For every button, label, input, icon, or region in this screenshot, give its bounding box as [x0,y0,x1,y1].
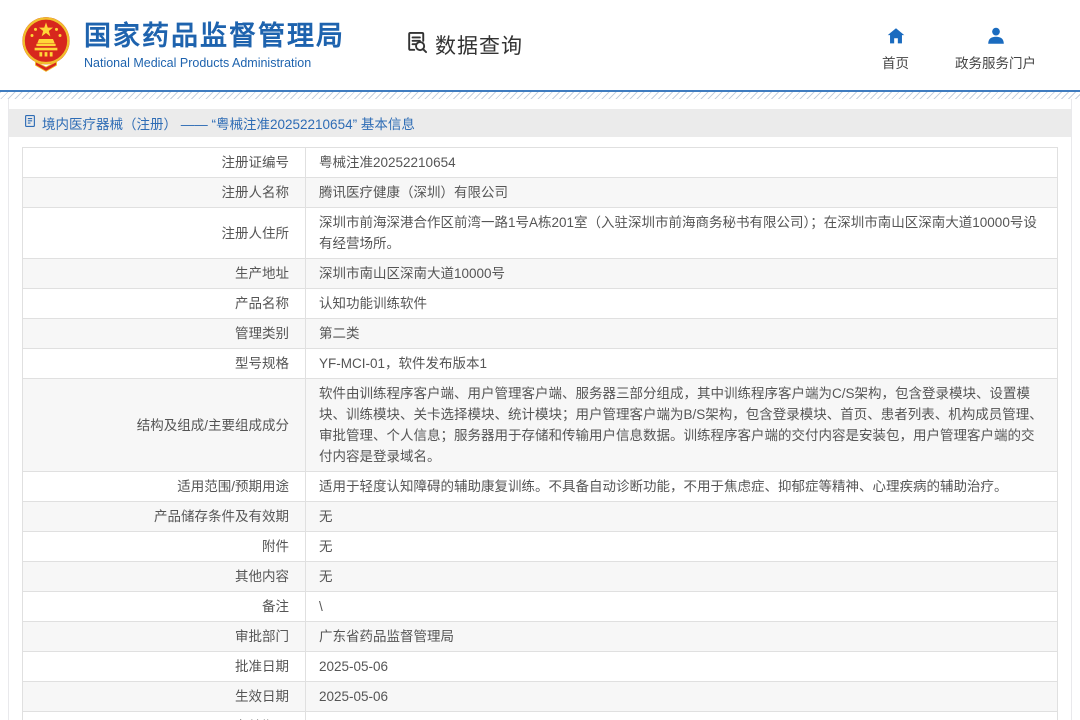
table-row: 管理类别 第二类 [23,319,1058,349]
agency-title-block: 国家药品监督管理局 National Medical Products Admi… [84,20,345,70]
breadcrumb: 境内医疗器械（注册） —— “粤械注准20252210654” 基本信息 [9,109,1071,137]
row-label: 生效日期 [23,682,306,712]
row-value: 2025-05-06 [306,682,1058,712]
table-row: 注册人名称 腾讯医疗健康（深圳）有限公司 [23,178,1058,208]
table-row: 批准日期 2025-05-06 [23,652,1058,682]
row-value: 软件由训练程序客户端、用户管理客户端、服务器三部分组成，其中训练程序客户端为C/… [306,379,1058,472]
site-header: 国家药品监督管理局 National Medical Products Admi… [0,0,1080,90]
row-value: 深圳市南山区深南大道10000号 [306,259,1058,289]
table-row: 生效日期 2025-05-06 [23,682,1058,712]
row-value: 广东省药品监督管理局 [306,622,1058,652]
row-label: 批准日期 [23,652,306,682]
data-query-module[interactable]: 数据查询 [403,29,523,61]
row-label: 结构及组成/主要组成成分 [23,379,306,472]
row-value: 无 [306,502,1058,532]
row-value: YF-MCI-01，软件发布版本1 [306,349,1058,379]
row-value: 第二类 [306,319,1058,349]
section-title: 数据查询 [435,30,523,60]
row-value: 认知功能训练软件 [306,289,1058,319]
nav-label: 政务服务门户 [955,52,1036,72]
row-value: 无 [306,562,1058,592]
agency-name-cn: 国家药品监督管理局 [84,20,345,52]
row-label: 有效期至 [23,712,306,720]
table-row: 适用范围/预期用途 适用于轻度认知障碍的辅助康复训练。不具备自动诊断功能，不用于… [23,472,1058,502]
registration-detail: 注册证编号 粤械注准20252210654 注册人名称 腾讯医疗健康（深圳）有限… [22,147,1058,720]
row-label: 产品名称 [23,289,306,319]
home-icon [885,25,907,47]
row-value: 无 [306,532,1058,562]
header-divider-hatch [0,92,1080,99]
nav-label: 首页 [882,52,909,72]
row-value: \ [306,592,1058,622]
row-label: 适用范围/预期用途 [23,472,306,502]
table-row: 审批部门 广东省药品监督管理局 [23,622,1058,652]
table-row: 生产地址 深圳市南山区深南大道10000号 [23,259,1058,289]
registration-table-body: 注册证编号 粤械注准20252210654 注册人名称 腾讯医疗健康（深圳）有限… [23,148,1058,720]
document-icon [23,114,37,133]
breadcrumb-text: 境内医疗器械（注册） —— “粤械注准20252210654” 基本信息 [42,113,415,133]
document-search-icon [403,29,430,61]
nav-item-gov-portal[interactable]: 政务服务门户 [955,25,1036,72]
national-emblem-icon [18,14,74,78]
table-row: 有效期至 2030-05-05 [23,712,1058,720]
row-value: 粤械注准20252210654 [306,148,1058,178]
row-value: 2030-05-05 [306,712,1058,720]
table-row: 产品储存条件及有效期 无 [23,502,1058,532]
table-row: 注册人住所 深圳市前海深港合作区前湾一路1号A栋201室（入驻深圳市前海商务秘书… [23,208,1058,259]
table-row: 附件 无 [23,532,1058,562]
table-row: 备注 \ [23,592,1058,622]
agency-name-en: National Medical Products Administration [84,56,345,70]
row-label: 产品储存条件及有效期 [23,502,306,532]
table-row: 注册证编号 粤械注准20252210654 [23,148,1058,178]
row-label: 注册证编号 [23,148,306,178]
main-content: 境内医疗器械（注册） —— “粤械注准20252210654” 基本信息 注册证… [8,99,1072,720]
row-value: 腾讯医疗健康（深圳）有限公司 [306,178,1058,208]
row-value: 深圳市前海深港合作区前湾一路1号A栋201室（入驻深圳市前海商务秘书有限公司）；… [306,208,1058,259]
row-value: 2025-05-06 [306,652,1058,682]
row-label: 注册人住所 [23,208,306,259]
top-navigation: 首页 政务服务门户 [882,25,1080,72]
row-label: 管理类别 [23,319,306,349]
row-label: 其他内容 [23,562,306,592]
nav-item-home[interactable]: 首页 [882,25,909,72]
row-label: 型号规格 [23,349,306,379]
row-label: 备注 [23,592,306,622]
row-label: 生产地址 [23,259,306,289]
row-label: 审批部门 [23,622,306,652]
national-emblem-logo[interactable] [18,14,74,78]
table-row: 型号规格 YF-MCI-01，软件发布版本1 [23,349,1058,379]
row-value: 适用于轻度认知障碍的辅助康复训练。不具备自动诊断功能，不用于焦虑症、抑郁症等精神… [306,472,1058,502]
row-label: 注册人名称 [23,178,306,208]
table-row: 结构及组成/主要组成成分 软件由训练程序客户端、用户管理客户端、服务器三部分组成… [23,379,1058,472]
table-row: 其他内容 无 [23,562,1058,592]
table-row: 产品名称 认知功能训练软件 [23,289,1058,319]
row-label: 附件 [23,532,306,562]
registration-table: 注册证编号 粤械注准20252210654 注册人名称 腾讯医疗健康（深圳）有限… [22,147,1058,720]
user-icon [985,25,1007,47]
